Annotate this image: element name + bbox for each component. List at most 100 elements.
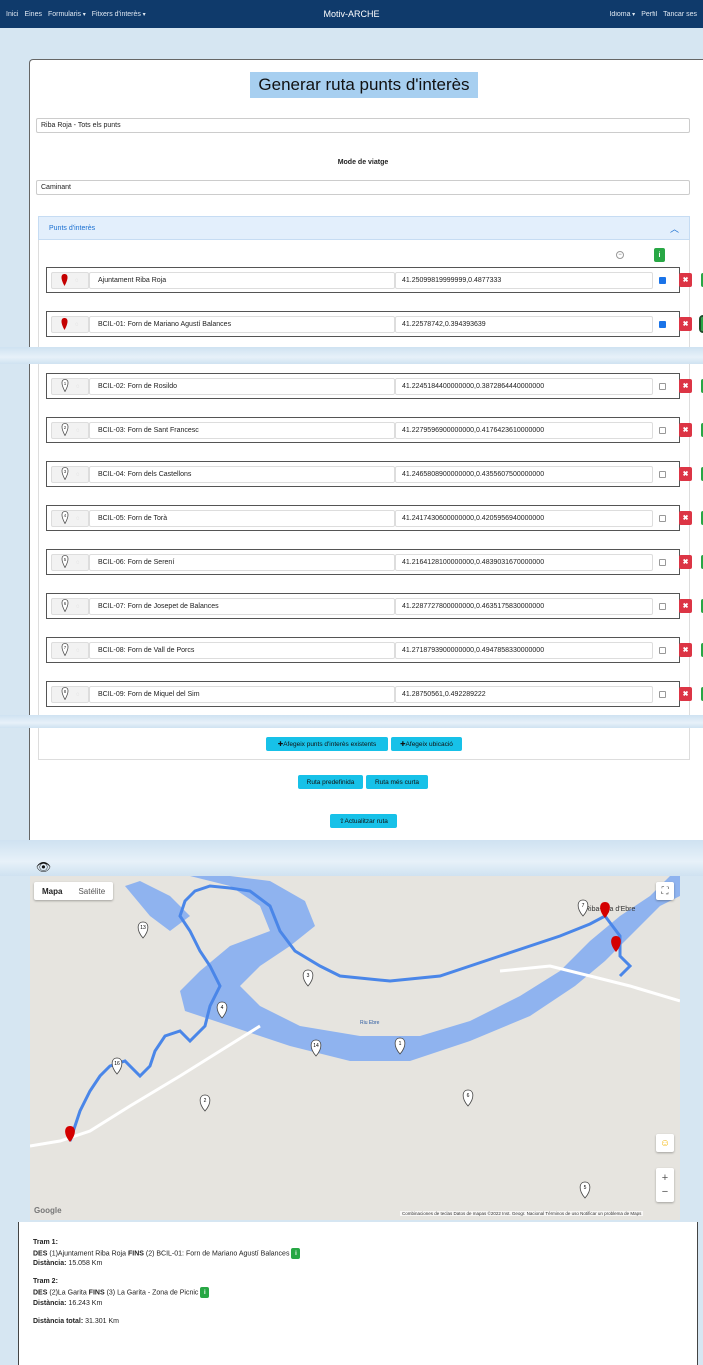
segment-1-title: Tram 1:	[33, 1239, 58, 1246]
nav-eines[interactable]: Eines	[24, 11, 42, 18]
point-checkbox[interactable]	[659, 471, 666, 478]
point-checkbox[interactable]	[659, 603, 666, 610]
point-coords: 41.2164128100000000,0.4839031670000000	[395, 554, 653, 571]
drag-handle-icon[interactable]: ◌	[75, 278, 79, 284]
delete-point-button[interactable]: ✖	[679, 273, 692, 287]
point-name: BCIL-01: Forn de Mariano Agustí Balances	[89, 316, 395, 333]
map-marker-number: 16	[114, 1061, 120, 1067]
fullscreen-icon[interactable]: ⛶	[656, 882, 674, 900]
mode-select[interactable]: Caminant	[36, 180, 690, 195]
point-coords: 41.2245184400000000,0.3872864440000000	[395, 378, 653, 395]
drag-handle-icon[interactable]: ◌	[76, 384, 80, 390]
point-controls: ✖i	[653, 554, 703, 571]
drag-handle-icon[interactable]: ◌	[76, 692, 80, 698]
point-checkbox[interactable]	[659, 427, 666, 434]
segment-1-info-icon[interactable]: i	[291, 1248, 301, 1259]
point-checkbox[interactable]	[659, 383, 666, 390]
total-dist-value: 31.301 Km	[85, 1317, 119, 1325]
delete-point-button[interactable]: ✖	[679, 643, 692, 657]
point-coords: 41.28750561,0.492289222	[395, 686, 653, 703]
add-existing-points-button[interactable]: ✚Afegeix punts d'interès existents	[266, 737, 388, 751]
segment-1: Tram 1: DES (1)Ajuntament Riba Roja FINS…	[33, 1238, 683, 1269]
map-river-label: Riu Ebre	[360, 1020, 380, 1026]
map-marker-number: 1	[399, 1041, 402, 1047]
point-name: BCIL-03: Forn de Sant Francesc	[89, 422, 395, 439]
point-marker-cell: ◌	[51, 272, 89, 289]
drag-handle-icon[interactable]: ◌	[76, 648, 80, 654]
point-row: 5 ◌ BCIL-06: Forn de Serení 41.216412810000…	[46, 549, 703, 575]
map-marker: 7	[577, 899, 589, 917]
route-map[interactable]: Riba-roja d'Ebre Riu Ebre 1 2 3 4 5 6 7 13 14 16 …	[30, 876, 680, 1220]
point-marker-cell: 6 ◌	[51, 598, 89, 615]
total-dist-label: Distància total:	[33, 1317, 84, 1325]
nav-inici[interactable]: Inici	[6, 11, 18, 18]
map-marker: 3	[302, 969, 314, 987]
point-checkbox[interactable]	[659, 647, 666, 654]
map-marker: 5	[579, 1181, 591, 1199]
accordion-header-points[interactable]: Punts d'interès ︿	[38, 216, 690, 240]
zoom-out-icon[interactable]: −	[662, 1185, 668, 1199]
point-checkbox[interactable]	[659, 321, 666, 328]
segment-2-title: Tram 2:	[33, 1278, 58, 1286]
point-coords: 41.2718793900000000,0.4947858330000000	[395, 642, 653, 659]
grey-pin-icon: 6	[60, 599, 70, 614]
drag-handle-icon[interactable]: ◌	[75, 322, 79, 328]
drag-handle-icon[interactable]: ◌	[76, 560, 80, 566]
update-route-button[interactable]: ⇪Actualitzar ruta	[330, 814, 397, 828]
river-ebre-bay	[125, 881, 190, 931]
add-location-button[interactable]: ✚Afegeix ubicació	[391, 737, 462, 751]
drag-handle-icon[interactable]: ◌	[76, 472, 80, 478]
delete-point-button[interactable]: ✖	[679, 317, 692, 331]
point-name: BCIL-09: Forn de Miquel del Sim	[89, 686, 395, 703]
route-select[interactable]: Riba Roja - Tots els punts	[36, 118, 690, 133]
segment-1-dist: 15.058 Km	[68, 1260, 103, 1268]
delete-point-button[interactable]: ✖	[679, 423, 692, 437]
delete-point-button[interactable]: ✖	[679, 555, 692, 569]
nav-logout[interactable]: Tancar ses	[663, 11, 697, 18]
nav-idioma[interactable]: Idioma	[609, 11, 635, 18]
segment-1-from: (1)Ajuntament Riba Roja	[49, 1250, 127, 1258]
google-logo: Google	[34, 1206, 62, 1215]
collapse-all-icon[interactable]: −	[616, 251, 624, 259]
shortest-route-button[interactable]: Ruta més curta	[366, 775, 428, 789]
point-controls: ✖i	[653, 598, 703, 615]
segment-2-des: DES	[33, 1289, 48, 1297]
page-title: Generar ruta punts d'interès	[258, 75, 470, 94]
info-all-button[interactable]: i	[654, 248, 665, 262]
segment-2-info-icon[interactable]: i	[200, 1287, 210, 1299]
point-controls: ✖i	[653, 315, 703, 333]
zoom-in-icon[interactable]: +	[662, 1171, 668, 1185]
map-marker-number: 6	[467, 1093, 470, 1099]
drag-handle-icon[interactable]: ◌	[76, 516, 80, 522]
map-attribution[interactable]: Combinaciones de teclas Datos de mapas ©…	[400, 1211, 644, 1216]
point-checkbox[interactable]	[659, 277, 666, 284]
delete-point-button[interactable]: ✖	[679, 687, 692, 701]
predefined-route-button[interactable]: Ruta predefinida	[298, 775, 363, 789]
segment-2-dist: 16.243 Km	[68, 1299, 103, 1307]
point-marker-cell: ◌	[51, 316, 89, 333]
delete-point-button[interactable]: ✖	[679, 599, 692, 613]
point-checkbox[interactable]	[659, 691, 666, 698]
streetview-pegman-icon[interactable]: ☺	[656, 1134, 674, 1152]
point-checkbox[interactable]	[659, 515, 666, 522]
delete-point-button[interactable]: ✖	[679, 379, 692, 393]
point-checkbox[interactable]	[659, 559, 666, 566]
nav-formularis[interactable]: Formularis	[48, 11, 86, 18]
map-marker: 2	[199, 1094, 211, 1112]
drag-handle-icon[interactable]: ◌	[76, 604, 80, 610]
map-marker-number: 3	[307, 973, 310, 979]
point-marker-cell: 5 ◌	[51, 554, 89, 571]
eye-icon[interactable]: 👁	[36, 860, 51, 874]
delete-point-button[interactable]: ✖	[679, 467, 692, 481]
nav-perfil[interactable]: Perfil	[641, 11, 657, 18]
top-navbar: Inici Eines Formularis Fitxers d'interès…	[0, 0, 703, 28]
map-marker: 14	[310, 1039, 322, 1057]
segment-2-dist-label: Distància:	[33, 1299, 67, 1307]
drag-handle-icon[interactable]: ◌	[76, 428, 80, 434]
delete-point-button[interactable]: ✖	[679, 511, 692, 525]
chevron-up-icon: ︿	[669, 223, 679, 234]
point-coords: 41.22578742,0.394393639	[395, 316, 653, 333]
nav-fitxers[interactable]: Fitxers d'interès	[92, 11, 146, 18]
map-type-mapa[interactable]: Mapa	[34, 882, 70, 900]
map-type-satelite[interactable]: Satélite	[70, 882, 113, 900]
